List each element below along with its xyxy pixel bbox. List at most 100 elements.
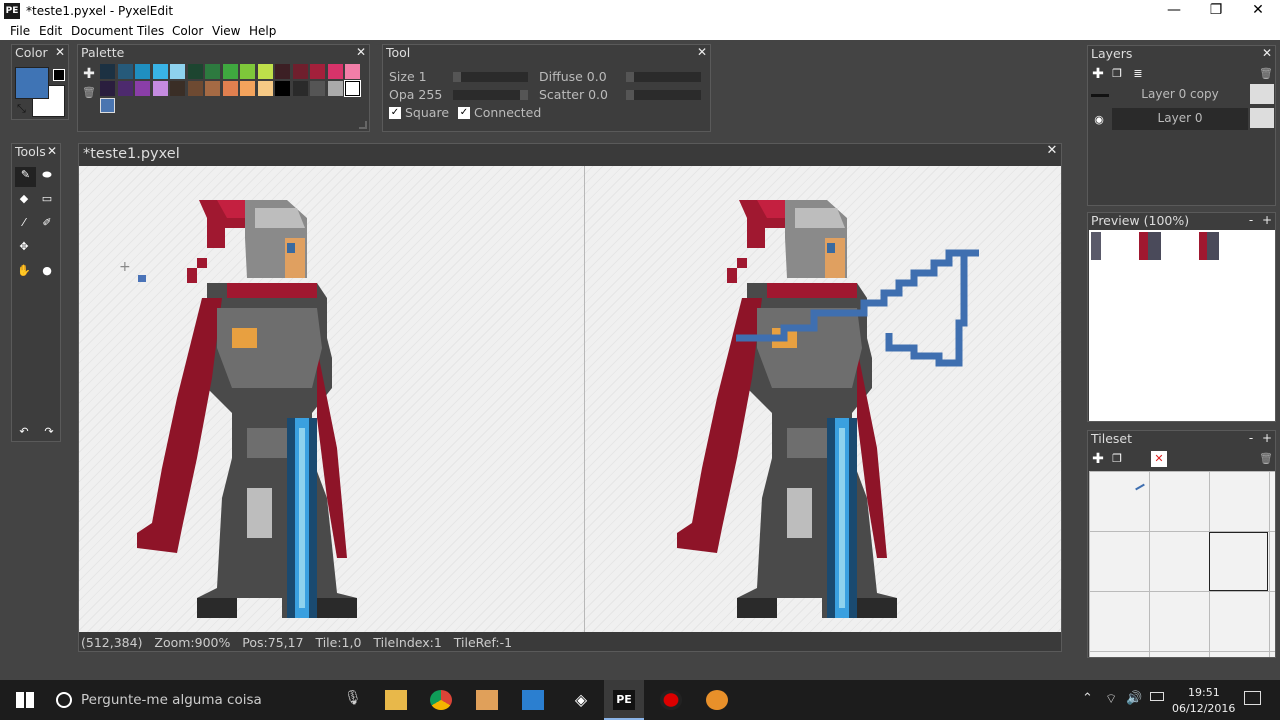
swap-colors-icon[interactable]: ⤡ — [17, 102, 26, 116]
connected-checkbox[interactable]: ✓ — [458, 107, 470, 119]
undo-icon[interactable]: ↶ — [16, 424, 32, 440]
zoom-in-icon[interactable]: + — [1261, 213, 1273, 227]
palette-swatch[interactable] — [100, 64, 115, 79]
palette-swatch[interactable] — [152, 64, 168, 79]
zoom-out-icon[interactable]: - — [1245, 431, 1257, 445]
cortana-icon[interactable] — [56, 692, 72, 708]
clock-time[interactable]: 19:51 — [1188, 686, 1220, 699]
close-icon[interactable]: ✕ — [54, 45, 66, 59]
menu-tiles[interactable]: Tiles — [137, 24, 164, 38]
layer-row[interactable]: Layer 0 — [1112, 108, 1248, 130]
menu-color[interactable]: Color — [172, 24, 203, 38]
hidden-visibility-icon[interactable] — [1091, 94, 1109, 97]
delete-color-icon[interactable]: 🗑 — [81, 85, 97, 101]
pyxeledit-taskbar-button[interactable]: PE — [604, 680, 644, 720]
restore-button[interactable]: ❐ — [1194, 0, 1238, 22]
eye-icon[interactable]: ◉ — [1091, 112, 1107, 128]
unity-icon[interactable]: ◈ — [570, 690, 592, 710]
primary-color-swatch[interactable] — [15, 67, 49, 99]
palette-swatch[interactable] — [292, 81, 308, 96]
menu-help[interactable]: Help — [249, 24, 276, 38]
brush-size-slider[interactable] — [453, 72, 528, 82]
app-icon[interactable] — [706, 690, 728, 710]
palette-swatch[interactable] — [205, 81, 220, 96]
redo-icon[interactable]: ↷ — [41, 424, 57, 440]
selected-palette-color[interactable] — [100, 98, 115, 113]
reset-colors-icon[interactable] — [53, 69, 65, 81]
menu-file[interactable]: File — [10, 24, 30, 38]
palette-swatch[interactable] — [222, 64, 238, 79]
pencil-tool-icon[interactable]: ✎ — [15, 167, 36, 187]
diffuse-slider[interactable] — [626, 72, 701, 82]
search-input[interactable]: Pergunte-me alguma coisa — [81, 692, 262, 708]
minimize-button[interactable]: — — [1152, 0, 1196, 22]
close-button[interactable]: ✕ — [1236, 0, 1280, 22]
selected-tile[interactable] — [1209, 532, 1268, 591]
eraser-tool-icon[interactable]: ⬬ — [39, 167, 55, 183]
palette-swatch[interactable] — [257, 64, 273, 79]
record-icon[interactable] — [660, 690, 682, 710]
close-icon[interactable]: ✕ — [46, 144, 58, 158]
merge-layer-icon[interactable]: ≣ — [1130, 66, 1146, 82]
add-color-icon[interactable]: ✚ — [81, 66, 97, 82]
palette-swatch[interactable] — [117, 81, 133, 96]
hand-tool-icon[interactable]: ✋ — [16, 263, 32, 279]
color-picker-tool-icon[interactable]: ⁄ — [16, 215, 32, 231]
menu-view[interactable]: View — [212, 24, 240, 38]
palette-swatch[interactable] — [275, 81, 290, 96]
zoom-tool-icon[interactable]: ● — [39, 263, 55, 279]
menu-edit[interactable]: Edit — [39, 24, 62, 38]
palette-swatch[interactable] — [100, 81, 115, 96]
brush-tool-icon[interactable]: ✐ — [39, 215, 55, 231]
chrome-icon[interactable] — [430, 690, 452, 710]
palette-swatch[interactable] — [327, 81, 343, 96]
delete-tile-icon[interactable]: 🗑 — [1258, 451, 1274, 467]
fill-tool-icon[interactable]: ◆ — [16, 191, 32, 207]
clock-date[interactable]: 06/12/2016 — [1172, 702, 1235, 715]
palette-swatch[interactable] — [344, 80, 361, 97]
palette-swatch[interactable] — [257, 81, 273, 96]
palette-swatch[interactable] — [345, 64, 360, 79]
network-icon[interactable]: ⌔ — [1105, 691, 1117, 707]
palette-swatch[interactable] — [240, 81, 255, 96]
chevron-up-icon[interactable]: ⌃ — [1082, 691, 1093, 706]
close-icon[interactable]: ✕ — [1046, 144, 1058, 158]
microphone-icon[interactable]: 🎙 — [344, 690, 362, 706]
close-icon[interactable]: ✕ — [696, 45, 708, 59]
move-tool-icon[interactable]: ✥ — [16, 239, 32, 255]
palette-swatch[interactable] — [222, 81, 238, 96]
remove-tile-icon[interactable]: ✕ — [1151, 451, 1167, 467]
delete-layer-icon[interactable]: 🗑 — [1258, 66, 1274, 82]
add-tile-icon[interactable]: ✚ — [1090, 451, 1106, 467]
scatter-slider[interactable] — [626, 90, 701, 100]
zoom-out-icon[interactable]: - — [1245, 213, 1257, 227]
palette-swatch[interactable] — [135, 81, 150, 96]
palette-swatch[interactable] — [205, 64, 220, 79]
palette-swatch[interactable] — [170, 64, 185, 79]
palette-swatch[interactable] — [135, 64, 150, 79]
duplicate-layer-icon[interactable]: ❐ — [1109, 66, 1125, 82]
palette-swatch[interactable] — [310, 81, 325, 96]
palette-swatch[interactable] — [310, 64, 325, 79]
close-icon[interactable]: ✕ — [1261, 46, 1273, 60]
palette-swatch[interactable] — [187, 64, 203, 79]
palette-swatch[interactable] — [240, 64, 255, 79]
notifications-icon[interactable] — [1244, 691, 1261, 705]
palette-swatch[interactable] — [327, 64, 343, 79]
app-icon[interactable] — [522, 690, 544, 710]
palette-swatch[interactable] — [170, 81, 185, 96]
palette-swatch[interactable] — [275, 64, 290, 79]
add-layer-icon[interactable]: ✚ — [1090, 66, 1106, 82]
tileset-grid[interactable] — [1089, 471, 1275, 657]
drawing-canvas[interactable]: + — [79, 166, 1061, 632]
menu-document[interactable]: Document — [71, 24, 133, 38]
duplicate-tile-icon[interactable]: ❐ — [1109, 451, 1125, 467]
battery-icon[interactable] — [1150, 692, 1164, 701]
opacity-slider[interactable] — [453, 90, 528, 100]
square-checkbox[interactable]: ✓ — [389, 107, 401, 119]
layer-row[interactable]: Layer 0 copy — [1112, 84, 1248, 106]
palette-swatch[interactable] — [117, 64, 133, 79]
windows-start-icon[interactable] — [16, 692, 34, 708]
select-tool-icon[interactable]: ▭ — [39, 191, 55, 207]
file-explorer-icon[interactable] — [385, 690, 407, 710]
